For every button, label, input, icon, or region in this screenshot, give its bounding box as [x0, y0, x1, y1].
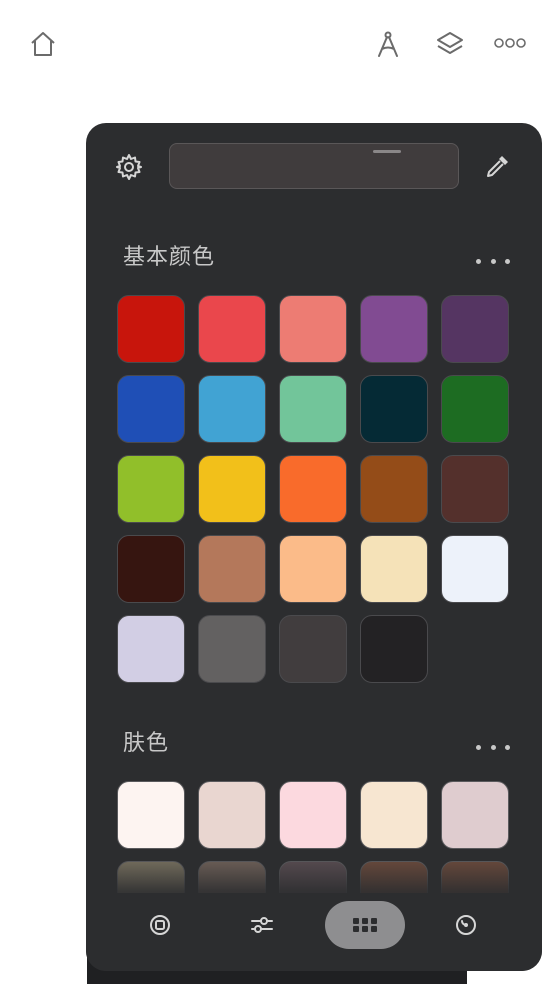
color-swatch[interactable]	[117, 375, 185, 443]
home-icon[interactable]	[26, 27, 60, 61]
sliders-icon[interactable]	[242, 901, 282, 949]
color-swatch[interactable]	[117, 295, 185, 363]
skin-color-swatch[interactable]	[198, 781, 266, 849]
skin-color-swatch[interactable]	[360, 781, 428, 849]
compass-icon[interactable]	[372, 28, 404, 60]
skin-colors-more-button[interactable]	[476, 740, 510, 754]
skin-color-swatch[interactable]	[279, 781, 347, 849]
basic-colors-more-button[interactable]	[476, 254, 510, 268]
color-swatch[interactable]	[360, 535, 428, 603]
grid-icon[interactable]	[325, 901, 405, 949]
layers-mode-icon[interactable]	[140, 901, 180, 949]
color-swatch[interactable]	[279, 615, 347, 683]
basic-colors-title: 基本颜色	[123, 245, 216, 270]
color-swatch[interactable]	[198, 295, 266, 363]
more-horizontal-icon[interactable]	[493, 33, 527, 53]
color-swatch[interactable]	[279, 455, 347, 523]
preview-drag-handle[interactable]	[373, 150, 401, 153]
color-picker-panel: 基本颜色 肤色	[86, 123, 542, 971]
color-swatch[interactable]	[279, 375, 347, 443]
color-swatch[interactable]	[360, 375, 428, 443]
skin-color-swatch[interactable]	[441, 781, 509, 849]
color-swatch[interactable]	[441, 455, 509, 523]
color-swatch[interactable]	[198, 375, 266, 443]
current-color-preview[interactable]	[169, 143, 459, 189]
color-wheel-icon[interactable]	[446, 901, 486, 949]
color-swatch[interactable]	[441, 295, 509, 363]
color-swatch[interactable]	[360, 295, 428, 363]
color-swatch[interactable]	[117, 615, 185, 683]
color-swatch[interactable]	[117, 535, 185, 603]
color-swatch[interactable]	[279, 535, 347, 603]
color-swatch[interactable]	[441, 375, 509, 443]
color-swatch[interactable]	[117, 455, 185, 523]
layers-icon[interactable]	[433, 27, 467, 61]
color-swatch[interactable]	[360, 455, 428, 523]
gear-icon[interactable]	[114, 152, 144, 182]
basic-colors-grid	[117, 295, 509, 683]
panel-bottom-nav	[86, 893, 542, 971]
skin-color-swatch[interactable]	[117, 781, 185, 849]
color-swatch[interactable]	[279, 295, 347, 363]
color-swatch[interactable]	[198, 615, 266, 683]
skin-colors-title: 肤色	[123, 731, 170, 756]
color-swatch[interactable]	[198, 535, 266, 603]
color-swatch[interactable]	[360, 615, 428, 683]
color-swatch[interactable]	[198, 455, 266, 523]
eyedropper-icon[interactable]	[483, 151, 513, 181]
color-swatch[interactable]	[441, 535, 509, 603]
